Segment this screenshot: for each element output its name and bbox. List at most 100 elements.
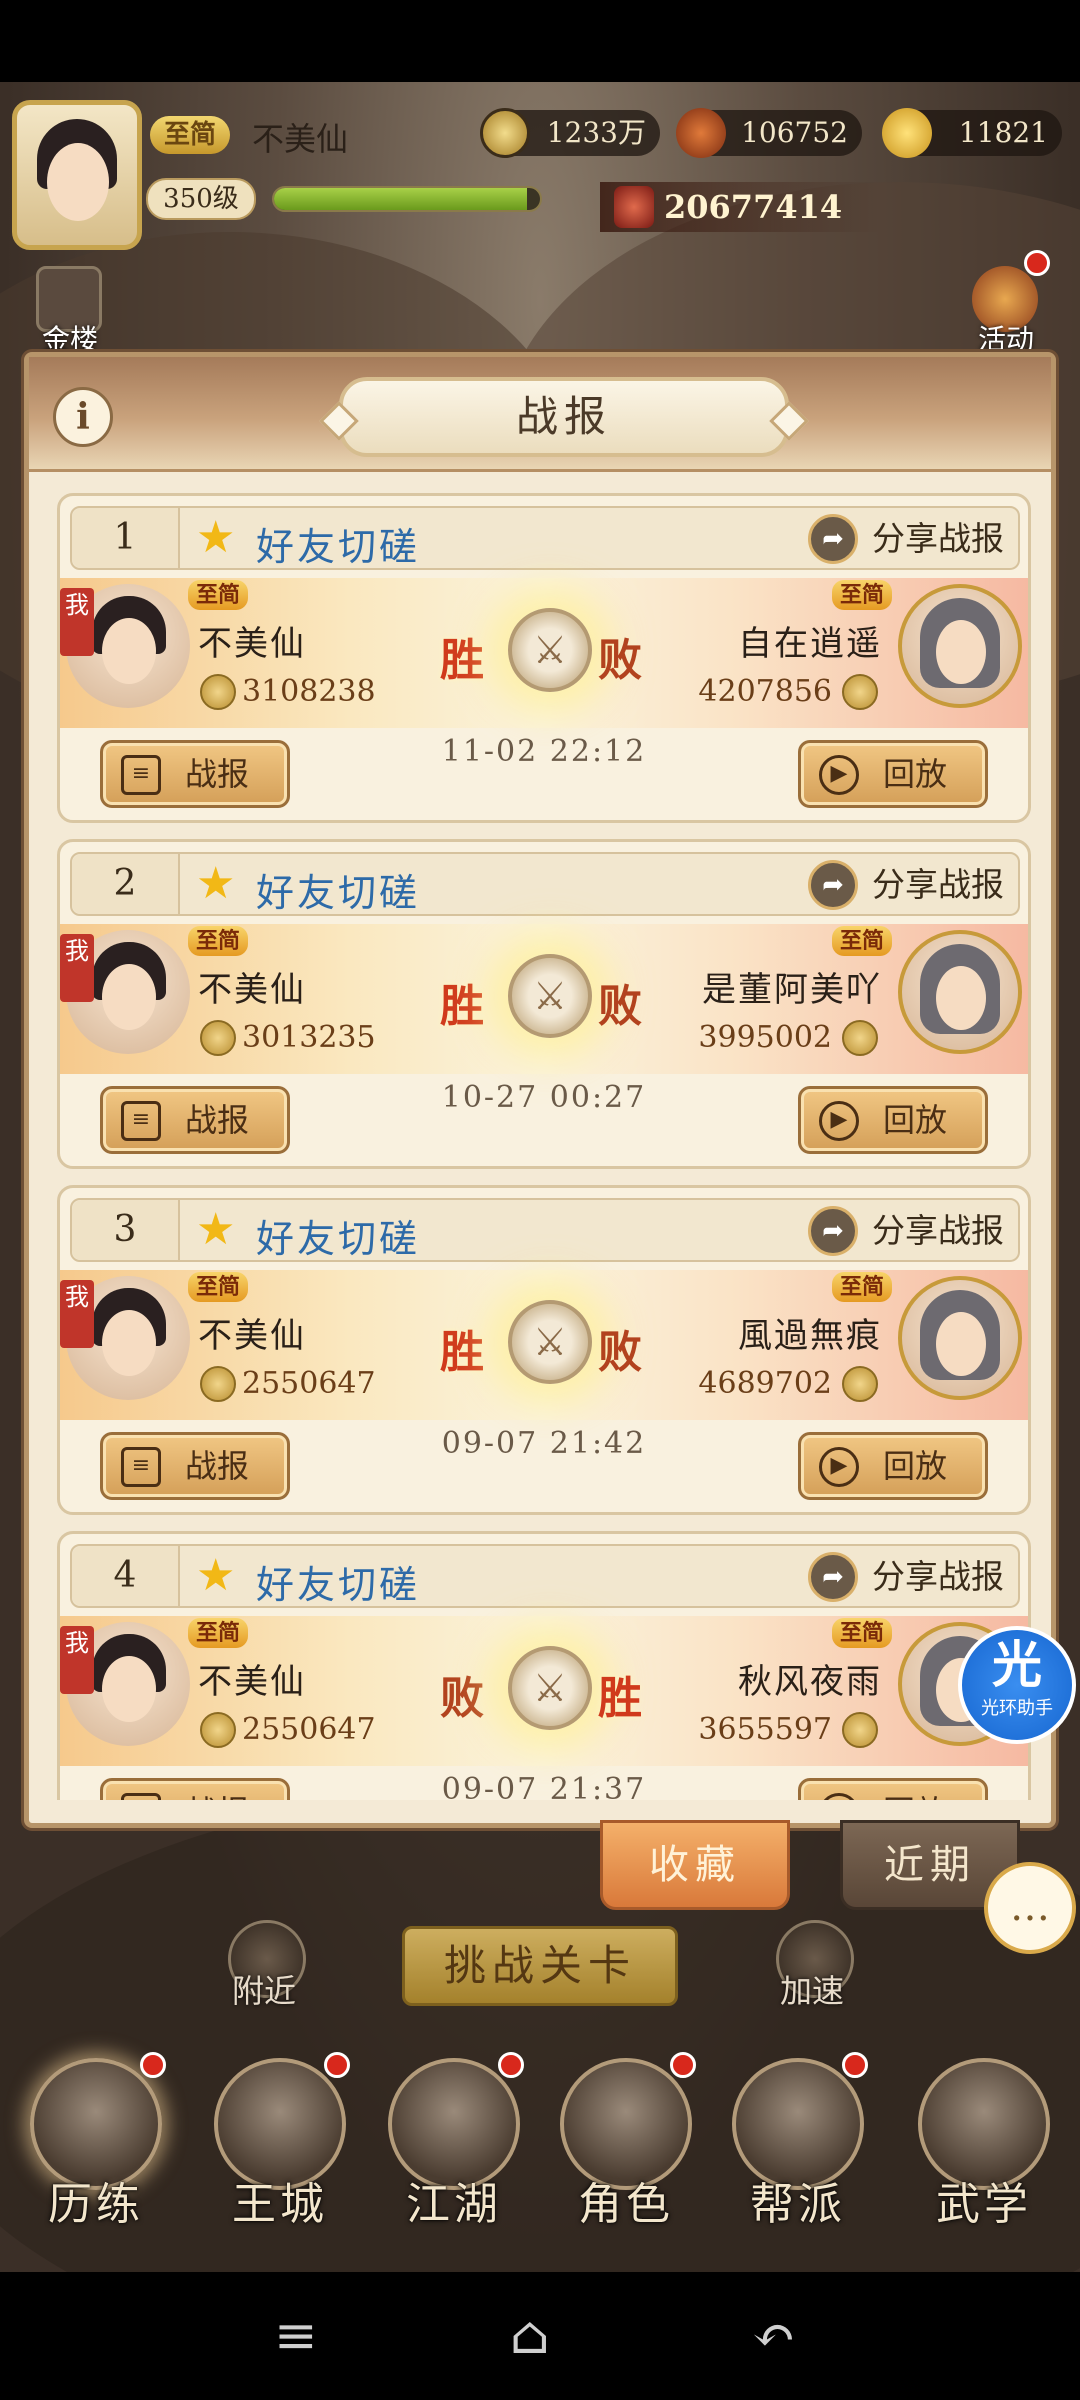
share-report-button[interactable]: ➦ 分享战报	[808, 860, 1004, 910]
resource-gold[interactable]: 11821	[882, 108, 1062, 158]
report-mode: 好友切磋	[256, 871, 421, 915]
list-icon: ≡	[121, 1101, 161, 1141]
gem-icon	[676, 108, 726, 158]
share-report-button[interactable]: ➦ 分享战报	[808, 1206, 1004, 1256]
report-card-header: 2 ★ 好友切磋 ➦ 分享战报	[70, 852, 1020, 916]
opponent-avatar[interactable]	[898, 1276, 1022, 1400]
opponent-result: 胜	[598, 1673, 642, 1724]
me-tag: 我	[60, 1626, 94, 1694]
bottom-navigation: 历练 王城 江湖 角色 帮派 武学	[0, 2030, 1080, 2270]
resource-coin-value: 1233万	[546, 116, 646, 149]
assistant-badge-label: 光环助手	[981, 1698, 1053, 1719]
battle-report-modal: i 战报 1 ★ 好友切磋 ➦ 分享战报 我 至简 不美仙 3108238 胜 …	[24, 352, 1056, 1828]
opponent-avatar[interactable]	[898, 930, 1022, 1054]
opponent-name: 風過無痕	[738, 1316, 882, 1356]
replay-label: 回放	[883, 1793, 947, 1800]
share-report-label: 分享战报	[872, 519, 1004, 558]
resource-coin[interactable]: 1233万	[480, 108, 660, 158]
report-mode: 好友切磋	[256, 1563, 421, 1607]
play-icon: ▶	[819, 1793, 859, 1800]
challenge-stage-button[interactable]: 挑战关卡	[402, 1926, 678, 2006]
opponent-power: 3655597	[698, 1712, 832, 1747]
modal-title: 战报	[339, 377, 789, 457]
menu-icon[interactable]: ≡	[274, 2308, 318, 2364]
share-report-label: 分享战报	[872, 1211, 1004, 1250]
report-card: 4 ★ 好友切磋 ➦ 分享战报 我 至简 不美仙 2550647 败 ⚔ 胜 至…	[57, 1531, 1031, 1800]
view-report-button[interactable]: ≡ 战报	[100, 1432, 290, 1500]
crossed-swords-icon: ⚔	[508, 608, 592, 692]
nav-palace[interactable]: 王城	[200, 2048, 360, 2258]
assistant-badge[interactable]: 光 光环助手	[958, 1626, 1076, 1744]
nav-training[interactable]: 历练	[16, 2048, 176, 2258]
notification-dot	[140, 2052, 166, 2078]
back-icon[interactable]: ↶	[752, 2308, 796, 2364]
avatar-face	[102, 1656, 156, 1722]
my-result: 胜	[440, 635, 484, 686]
nav-guild[interactable]: 帮派	[718, 2048, 878, 2258]
battle-row: 我 至简 不美仙 2550647 胜 ⚔ 败 至简 風過無痕 4689702	[60, 1270, 1028, 1420]
nearby-label: 附近	[232, 1972, 297, 2010]
nav-label: 帮派	[750, 2179, 846, 2230]
player-avatar[interactable]	[12, 100, 142, 250]
avatar-face	[936, 620, 986, 684]
top-status-bar: 至简 不美仙 350级 1233万 106752 11821 20677414	[0, 82, 1080, 252]
power-icon	[614, 186, 654, 228]
crossed-swords-icon: ⚔	[508, 954, 592, 1038]
report-card-header: 3 ★ 好友切磋 ➦ 分享战报	[70, 1198, 1020, 1262]
nav-martial-arts[interactable]: 武学	[904, 2048, 1064, 2258]
opponent-vip-badge: 至简	[831, 1618, 892, 1648]
notification-dot	[1024, 250, 1050, 276]
play-icon: ▶	[819, 1101, 859, 1141]
opponent-vip-badge: 至简	[831, 1272, 892, 1302]
my-result: 胜	[440, 981, 484, 1032]
report-index: 3	[72, 1200, 180, 1260]
info-icon[interactable]: i	[53, 387, 113, 447]
replay-button[interactable]: ▶ 回放	[798, 1086, 988, 1154]
report-card-header: 1 ★ 好友切磋 ➦ 分享战报	[70, 506, 1020, 570]
combat-power: 20677414	[600, 182, 880, 232]
nav-jianghu[interactable]: 江湖	[374, 2048, 534, 2258]
report-list[interactable]: 1 ★ 好友切磋 ➦ 分享战报 我 至简 不美仙 3108238 胜 ⚔ 败 至…	[49, 485, 1039, 1800]
report-card: 3 ★ 好友切磋 ➦ 分享战报 我 至简 不美仙 2550647 胜 ⚔ 败 至…	[57, 1185, 1031, 1515]
power-coin-icon	[842, 674, 878, 710]
power-coin-icon	[842, 1712, 878, 1748]
tab-favorites[interactable]: 收藏	[600, 1820, 790, 1910]
replay-button[interactable]: ▶ 回放	[798, 1432, 988, 1500]
view-report-button[interactable]: ≡ 战报	[100, 1086, 290, 1154]
opponent-avatar[interactable]	[898, 584, 1022, 708]
replay-label: 回放	[883, 755, 948, 793]
nav-character[interactable]: 角色	[546, 2048, 706, 2258]
crossed-swords-icon: ⚔	[508, 1300, 592, 1384]
me-tag: 我	[60, 588, 94, 656]
player-name: 不美仙	[252, 120, 349, 158]
resource-gem[interactable]: 106752	[676, 108, 862, 158]
avatar-face	[102, 618, 156, 684]
replay-button[interactable]: ▶ 回放	[798, 740, 988, 808]
chat-icon[interactable]: …	[984, 1862, 1076, 1954]
avatar-face	[936, 966, 986, 1030]
my-name: 不美仙	[198, 970, 306, 1010]
share-icon: ➦	[808, 860, 858, 910]
list-icon: ≡	[121, 755, 161, 795]
side-button-right[interactable]: 活动	[966, 250, 1050, 356]
view-report-label: 战报	[185, 1447, 250, 1485]
opponent-power: 3995002	[698, 1020, 832, 1055]
share-icon: ➦	[808, 1552, 858, 1602]
view-report-button[interactable]: ≡ 战报	[100, 740, 290, 808]
play-icon: ▶	[819, 755, 859, 795]
share-report-button[interactable]: ➦ 分享战报	[808, 1552, 1004, 1602]
home-icon[interactable]: ⌂	[510, 2308, 550, 2364]
player-vip-badge: 至简	[150, 116, 231, 154]
power-coin-icon	[200, 674, 236, 710]
nav-label: 王城	[232, 2179, 328, 2230]
view-report-button[interactable]: ≡ 战报	[100, 1778, 290, 1800]
my-result: 败	[440, 1673, 484, 1724]
play-icon: ▶	[819, 1447, 859, 1487]
share-icon: ➦	[808, 1206, 858, 1256]
share-report-label: 分享战报	[872, 865, 1004, 904]
replay-label: 回放	[883, 1447, 948, 1485]
replay-button[interactable]: ▶ 回放	[798, 1778, 988, 1800]
report-index: 2	[72, 854, 180, 914]
share-report-button[interactable]: ➦ 分享战报	[808, 514, 1004, 564]
side-button-left[interactable]: 金楼	[30, 260, 110, 356]
